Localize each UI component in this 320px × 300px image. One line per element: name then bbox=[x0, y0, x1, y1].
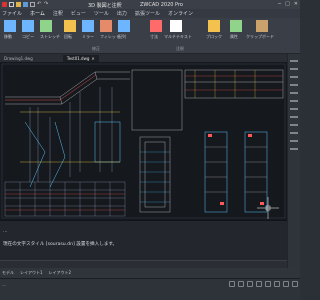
quick-access-toolbar: ↶ ↷ bbox=[0, 2, 49, 7]
palette-icon[interactable] bbox=[290, 140, 298, 142]
mirror-label: ミラー bbox=[82, 34, 94, 39]
layout-tabs: モデル レイアウト1 レイアウト2 bbox=[0, 268, 300, 278]
save-icon[interactable] bbox=[23, 2, 28, 7]
palette-icon[interactable] bbox=[290, 84, 298, 86]
block-label: ブロック bbox=[206, 34, 222, 39]
undo-icon[interactable]: ↶ bbox=[37, 2, 42, 7]
tab-extensions[interactable]: 拡張ツール bbox=[135, 10, 160, 17]
tab-file[interactable]: ファイル bbox=[2, 10, 22, 17]
command-line-1: ... bbox=[3, 229, 8, 234]
command-line-2: 現在の文字スタイル [sourasu.dn] 設置を挿入します。 bbox=[3, 242, 118, 247]
palette-icon[interactable] bbox=[290, 116, 298, 118]
palette-icon[interactable] bbox=[290, 68, 298, 70]
layout-tab-2[interactable]: レイアウト2 bbox=[49, 270, 72, 276]
stretch-label: ストレッチ bbox=[40, 34, 60, 39]
stretch-button[interactable] bbox=[40, 20, 52, 32]
close-tab-icon[interactable]: ✕ bbox=[91, 56, 94, 61]
app-logo-icon[interactable] bbox=[2, 2, 7, 7]
settings-icon[interactable] bbox=[292, 281, 298, 287]
mtext-label: マルチテキスト bbox=[164, 34, 192, 39]
tab-output[interactable]: 出力 bbox=[117, 10, 127, 17]
command-history: ... 現在の文字スタイル [sourasu.dn] 設置を挿入します。 bbox=[0, 220, 287, 260]
palette-icon[interactable] bbox=[290, 148, 298, 150]
app-title: ZWCAD 2020 Pro bbox=[140, 2, 183, 8]
mirror-button[interactable] bbox=[82, 20, 94, 32]
tab-tools[interactable]: ツール bbox=[94, 10, 109, 17]
polar-toggle-icon[interactable] bbox=[256, 281, 262, 287]
clipboard-label: クリップボード bbox=[246, 34, 274, 39]
palette-icon[interactable] bbox=[290, 76, 298, 78]
dimension-label: 寸法 bbox=[150, 34, 158, 39]
clipboard-button[interactable] bbox=[256, 20, 268, 32]
crosshair-cursor bbox=[257, 197, 279, 219]
otrack-toggle-icon[interactable] bbox=[274, 281, 280, 287]
copy-button[interactable] bbox=[22, 20, 34, 32]
lineweight-toggle-icon[interactable] bbox=[283, 281, 289, 287]
ribbon-tabs: ファイル ホーム 注釈 ビュー ツール 出力 拡張ツール オンライン bbox=[0, 9, 300, 18]
right-tool-palette bbox=[287, 54, 300, 290]
coordinate-readout: ... bbox=[2, 282, 6, 287]
redo-icon[interactable]: ↷ bbox=[44, 2, 49, 7]
fillet-label: フィレット bbox=[100, 34, 120, 39]
minimize-button[interactable]: ─ bbox=[278, 1, 281, 7]
ribbon-panel: 移動 コピー ストレッチ 回転 ミラー フィレット 配列 寸法 マルチテキスト … bbox=[0, 18, 300, 54]
array-button[interactable] bbox=[118, 20, 130, 32]
maximize-button[interactable]: □ bbox=[285, 1, 290, 7]
rotate-button[interactable] bbox=[64, 20, 76, 32]
attribute-label: 属性 bbox=[230, 34, 238, 39]
snap-toggle-icon[interactable] bbox=[229, 281, 235, 287]
doc-tab-test01[interactable]: Test01.dwg ✕ bbox=[62, 55, 99, 62]
doc-tab-label: Drawing1.dwg bbox=[4, 56, 33, 61]
group-annotate-label: 注釈 bbox=[176, 46, 184, 51]
osnap-toggle-icon[interactable] bbox=[265, 281, 271, 287]
tab-home[interactable]: ホーム bbox=[30, 10, 45, 17]
grid-toggle-icon[interactable] bbox=[238, 281, 244, 287]
new-icon[interactable] bbox=[9, 2, 14, 7]
document-title: 3D 製図と注釈 bbox=[88, 3, 122, 9]
copy-label: コピー bbox=[22, 34, 34, 39]
tab-annotate[interactable]: 注釈 bbox=[53, 10, 63, 17]
palette-icon[interactable] bbox=[290, 92, 298, 94]
open-icon[interactable] bbox=[16, 2, 21, 7]
palette-icon[interactable] bbox=[290, 108, 298, 110]
doc-tab-drawing1[interactable]: Drawing1.dwg bbox=[0, 55, 37, 62]
array-label: 配列 bbox=[118, 34, 126, 39]
tab-view[interactable]: ビュー bbox=[71, 10, 86, 17]
group-modify-label: 修正 bbox=[92, 46, 100, 51]
attribute-button[interactable] bbox=[230, 20, 242, 32]
layout-tab-model[interactable]: モデル bbox=[2, 270, 14, 276]
dimension-button[interactable] bbox=[150, 20, 162, 32]
move-button[interactable] bbox=[4, 20, 16, 32]
move-label: 移動 bbox=[4, 34, 12, 39]
layout-tab-1[interactable]: レイアウト1 bbox=[20, 270, 43, 276]
palette-icon[interactable] bbox=[290, 124, 298, 126]
doc-tab-label: Test01.dwg bbox=[66, 56, 90, 61]
document-tabs: Drawing1.dwg Test01.dwg ✕ bbox=[0, 54, 300, 62]
palette-icon[interactable] bbox=[290, 100, 298, 102]
fillet-button[interactable] bbox=[100, 20, 112, 32]
palette-icon[interactable] bbox=[290, 132, 298, 134]
status-bar: ... bbox=[0, 278, 300, 300]
block-button[interactable] bbox=[208, 20, 220, 32]
close-button[interactable]: ✕ bbox=[294, 1, 298, 7]
command-input[interactable] bbox=[0, 260, 287, 268]
window-buttons: ─ □ ✕ bbox=[278, 1, 298, 7]
drawing-canvas[interactable] bbox=[0, 62, 287, 220]
cad-drawing bbox=[1, 63, 286, 219]
mtext-button[interactable] bbox=[170, 20, 182, 32]
palette-icon[interactable] bbox=[290, 60, 298, 62]
print-icon[interactable] bbox=[30, 2, 35, 7]
rotate-label: 回転 bbox=[64, 34, 72, 39]
ortho-toggle-icon[interactable] bbox=[247, 281, 253, 287]
tab-online[interactable]: オンライン bbox=[168, 10, 193, 17]
status-toggles bbox=[229, 281, 298, 287]
title-bar: ↶ ↷ 3D 製図と注釈 ZWCAD 2020 Pro ─ □ ✕ bbox=[0, 0, 300, 9]
